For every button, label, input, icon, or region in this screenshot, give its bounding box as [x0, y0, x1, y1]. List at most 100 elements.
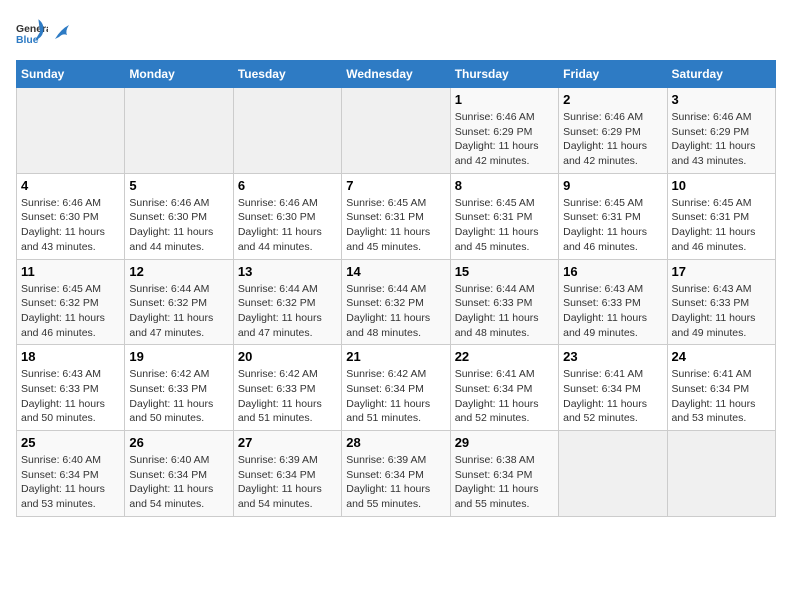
sunrise-text: Sunrise: 6:46 AM — [238, 197, 318, 209]
sunrise-text: Sunrise: 6:45 AM — [21, 283, 101, 295]
daylight-text: Daylight: 11 hours and 52 minutes. — [563, 398, 647, 425]
daylight-text: Daylight: 11 hours and 42 minutes. — [563, 140, 647, 167]
logo: General Blue — [16, 16, 72, 48]
sunset-text: Sunset: 6:31 PM — [455, 211, 533, 223]
sunset-text: Sunset: 6:34 PM — [238, 469, 316, 481]
day-number: 14 — [346, 264, 445, 279]
daylight-text: Daylight: 11 hours and 49 minutes. — [672, 312, 756, 339]
day-number: 16 — [563, 264, 662, 279]
sunrise-text: Sunrise: 6:43 AM — [563, 283, 643, 295]
sunset-text: Sunset: 6:33 PM — [563, 297, 641, 309]
day-number: 24 — [672, 349, 771, 364]
sunset-text: Sunset: 6:29 PM — [455, 126, 533, 138]
sunset-text: Sunset: 6:32 PM — [21, 297, 99, 309]
daylight-text: Daylight: 11 hours and 55 minutes. — [346, 483, 430, 510]
sunrise-text: Sunrise: 6:44 AM — [129, 283, 209, 295]
daylight-text: Daylight: 11 hours and 45 minutes. — [455, 226, 539, 253]
column-header-monday: Monday — [125, 61, 233, 88]
sunset-text: Sunset: 6:32 PM — [346, 297, 424, 309]
column-header-thursday: Thursday — [450, 61, 558, 88]
calendar-cell: 10Sunrise: 6:45 AMSunset: 6:31 PMDayligh… — [667, 173, 775, 259]
sunrise-text: Sunrise: 6:40 AM — [129, 454, 209, 466]
daylight-text: Daylight: 11 hours and 53 minutes. — [672, 398, 756, 425]
column-header-wednesday: Wednesday — [342, 61, 450, 88]
daylight-text: Daylight: 11 hours and 49 minutes. — [563, 312, 647, 339]
sunrise-text: Sunrise: 6:46 AM — [455, 111, 535, 123]
sunset-text: Sunset: 6:33 PM — [238, 383, 316, 395]
calendar-cell: 25 Sunrise: 6:40 AM Sunset: 6:34 PM Dayligh… — [17, 431, 125, 517]
sunrise-text: Sunrise: 6:42 AM — [346, 368, 426, 380]
calendar-cell: 15Sunrise: 6:44 AMSunset: 6:33 PMDayligh… — [450, 259, 558, 345]
sunset-text: Sunset: 6:32 PM — [238, 297, 316, 309]
sunset-text: Sunset: 6:33 PM — [455, 297, 533, 309]
sunset-text: Sunset: 6:34 PM — [21, 469, 99, 481]
calendar-cell: 12Sunrise: 6:44 AMSunset: 6:32 PMDayligh… — [125, 259, 233, 345]
daylight-text: Daylight: 11 hours and 46 minutes. — [672, 226, 756, 253]
day-info: Sunrise: 6:41 AM Sunset: 6:34 PM Daylight:… — [563, 367, 662, 426]
day-info: Sunrise: 6:41 AMSunset: 6:34 PMDaylight:… — [672, 367, 771, 426]
sunrise-text: Sunrise: 6:41 AM — [455, 368, 535, 380]
sunset-text: Sunset: 6:31 PM — [563, 211, 641, 223]
calendar-cell: 1Sunrise: 6:46 AMSunset: 6:29 PMDaylight… — [450, 88, 558, 174]
day-number: 23 — [563, 349, 662, 364]
sunset-text: Sunset: 6:34 PM — [129, 469, 207, 481]
daylight-text: Daylight: 11 hours and 43 minutes. — [21, 226, 105, 253]
day-number: 18 — [21, 349, 120, 364]
day-info: Sunrise: 6:46 AMSunset: 6:30 PMDaylight:… — [238, 196, 337, 255]
sunset-text: Sunset: 6:33 PM — [672, 297, 750, 309]
calendar-cell: 20Sunrise: 6:42 AMSunset: 6:33 PMDayligh… — [233, 345, 341, 431]
calendar-cell: 4Sunrise: 6:46 AMSunset: 6:30 PMDaylight… — [17, 173, 125, 259]
day-info: Sunrise: 6:46 AMSunset: 6:30 PMDaylight:… — [21, 196, 120, 255]
day-info: Sunrise: 6:45 AMSunset: 6:31 PMDaylight:… — [563, 196, 662, 255]
day-number: 7 — [346, 178, 445, 193]
day-number: 13 — [238, 264, 337, 279]
day-info: Sunrise: 6:44 AMSunset: 6:33 PMDaylight:… — [455, 282, 554, 341]
day-number: 2 — [563, 92, 662, 107]
day-info: Sunrise: 6:39 AMSunset: 6:34 PMDaylight:… — [346, 453, 445, 512]
daylight-text: Daylight: 11 hours and 51 minutes. — [238, 398, 322, 425]
daylight-text: Daylight: 11 hours and 55 minutes. — [455, 483, 539, 510]
calendar-cell — [559, 431, 667, 517]
sunrise-text: Sunrise: 6:41 AM — [563, 368, 643, 380]
sunrise-text: Sunrise: 6:45 AM — [563, 197, 643, 209]
page-header: General Blue — [16, 16, 776, 48]
sunset-text: Sunset: 6:29 PM — [563, 126, 641, 138]
calendar-cell: 17Sunrise: 6:43 AMSunset: 6:33 PMDayligh… — [667, 259, 775, 345]
day-info: Sunrise: 6:43 AM Sunset: 6:33 PM Daylight:… — [672, 282, 771, 341]
calendar-cell: 22Sunrise: 6:41 AMSunset: 6:34 PMDayligh… — [450, 345, 558, 431]
sunset-text: Sunset: 6:32 PM — [129, 297, 207, 309]
calendar-cell: 19Sunrise: 6:42 AMSunset: 6:33 PMDayligh… — [125, 345, 233, 431]
day-info: Sunrise: 6:46 AM Sunset: 6:29 PM Daylight:… — [455, 110, 554, 169]
calendar-cell: 7Sunrise: 6:45 AMSunset: 6:31 PMDaylight… — [342, 173, 450, 259]
sunrise-text: Sunrise: 6:40 AM — [21, 454, 101, 466]
calendar-cell: 27Sunrise: 6:39 AMSunset: 6:34 PMDayligh… — [233, 431, 341, 517]
calendar-cell: 13 Sunrise: 6:44 AMSunset: 6:32 PMDayligh… — [233, 259, 341, 345]
sunset-text: Sunset: 6:30 PM — [238, 211, 316, 223]
sunrise-text: Sunrise: 6:38 AM — [455, 454, 535, 466]
day-info: Sunrise: 6:39 AMSunset: 6:34 PMDaylight:… — [238, 453, 337, 512]
daylight-text: Daylight: 11 hours and 43 minutes. — [672, 140, 756, 167]
sunset-text: Sunset: 6:30 PM — [21, 211, 99, 223]
daylight-text: Daylight: 11 hours and 54 minutes. — [238, 483, 322, 510]
daylight-text: Daylight: 11 hours and 47 minutes. — [129, 312, 213, 339]
day-info: Sunrise: 6:44 AMSunset: 6:32 PMDaylight:… — [238, 282, 337, 341]
day-info: Sunrise: 6:43 AMSunset: 6:33 PMDaylight:… — [21, 367, 120, 426]
daylight-text: Daylight: 11 hours and 44 minutes. — [129, 226, 213, 253]
sunrise-text: Sunrise: 6:46 AM — [563, 111, 643, 123]
calendar-cell: 24 Sunrise: 6:41 AMSunset: 6:34 PMDayligh… — [667, 345, 775, 431]
daylight-text: Daylight: 11 hours and 42 minutes. — [455, 140, 539, 167]
calendar-cell — [667, 431, 775, 517]
day-number: 25 — [21, 435, 120, 450]
sunrise-text: Sunrise: 6:43 AM — [672, 283, 752, 295]
calendar-cell — [17, 88, 125, 174]
daylight-text: Daylight: 11 hours and 50 minutes. — [129, 398, 213, 425]
calendar-cell: 8Sunrise: 6:45 AMSunset: 6:31 PMDaylight… — [450, 173, 558, 259]
sunrise-text: Sunrise: 6:42 AM — [238, 368, 318, 380]
calendar-cell: 29Sunrise: 6:38 AMSunset: 6:34 PMDayligh… — [450, 431, 558, 517]
column-header-friday: Friday — [559, 61, 667, 88]
daylight-text: Daylight: 11 hours and 53 minutes. — [21, 483, 105, 510]
sunset-text: Sunset: 6:33 PM — [21, 383, 99, 395]
sunset-text: Sunset: 6:34 PM — [563, 383, 641, 395]
sunset-text: Sunset: 6:33 PM — [129, 383, 207, 395]
day-info: Sunrise: 6:42 AMSunset: 6:33 PMDaylight:… — [129, 367, 228, 426]
